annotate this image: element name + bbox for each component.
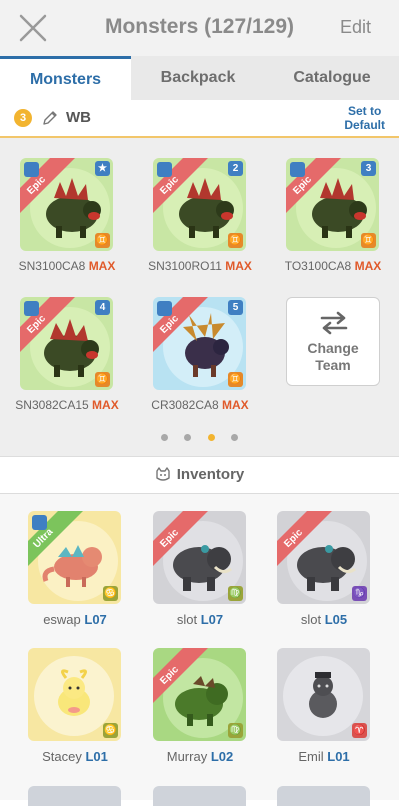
monster-name: Emil (298, 749, 324, 764)
team-slot-2[interactable]: 2 ♊ Epic (153, 158, 246, 251)
set-default-line2: Default (344, 118, 385, 132)
monster-level: MAX (92, 398, 119, 412)
slot-number-badge: 4 (95, 300, 110, 315)
monster-face-icon (156, 467, 170, 481)
inventory-grid: ♋ Ultra eswap L07 ♍ Epic slot L07 ♑ Epic… (0, 494, 399, 806)
inventory-item[interactable]: ♈ (277, 648, 370, 741)
monster-level: L01 (85, 749, 108, 764)
monster-label: Murray L02 (135, 749, 265, 764)
doc-icon (290, 162, 305, 177)
element-icon: ♊ (228, 233, 243, 248)
pencil-icon[interactable] (42, 110, 58, 126)
monster-level: L07 (200, 612, 224, 627)
edit-button[interactable]: Edit (340, 17, 371, 38)
monster-label: slot L07 (135, 612, 265, 627)
monster-level: MAX (354, 259, 382, 273)
monster-label: Emil L01 (259, 749, 389, 764)
monster-level: MAX (225, 259, 252, 273)
element-icon: ♑ (352, 586, 367, 601)
monster-label: Stacey L01 (10, 749, 140, 764)
monster-name: SN3082CA15 (15, 398, 89, 412)
monster-name: slot (176, 612, 198, 627)
inventory-item[interactable]: ♋ (28, 648, 121, 741)
monster-label: slot L05 (259, 612, 389, 627)
change-team-line2: Team (315, 357, 351, 373)
top-bar: Monsters (127/129) Edit (0, 0, 399, 56)
team-slot-3[interactable]: 3 ♊ Epic (286, 158, 379, 251)
inventory-item[interactable]: ♋ Ultra (28, 511, 121, 604)
tab-backpack[interactable]: Backpack (131, 56, 265, 100)
element-icon: ♋ (103, 586, 118, 601)
team-number-badge: 3 (14, 109, 32, 127)
page-dot-active[interactable] (207, 434, 215, 441)
swap-icon (320, 311, 348, 335)
team-slot-4[interactable]: 4 ♊ Epic (20, 297, 113, 390)
monster-name: slot (300, 612, 322, 627)
page-indicator (0, 428, 399, 446)
slot-number-badge: 3 (361, 161, 376, 176)
team-name[interactable]: WB (66, 109, 91, 126)
inventory-header: Inventory (0, 457, 399, 494)
tab-monsters[interactable]: Monsters (0, 56, 131, 100)
monster-name: CR3082CA8 (151, 398, 219, 412)
slot-number-badge: 5 (228, 300, 243, 315)
change-team-button[interactable]: Change Team (286, 297, 380, 386)
monster-level: MAX (88, 259, 116, 273)
page-dot[interactable] (184, 434, 192, 441)
element-icon: ♍ (228, 723, 243, 738)
monster-level: L01 (327, 749, 350, 764)
change-team-label: Change Team (287, 340, 379, 374)
team-bar: 3 WB Set to Default (0, 100, 399, 138)
monster-name: SN3100RO11 (148, 259, 222, 273)
monster-label: SN3100RO11 MAX (135, 259, 265, 273)
slot-number-badge: 2 (228, 161, 243, 176)
monster-label: SN3082CA15 MAX (2, 398, 132, 412)
element-icon: ♊ (95, 372, 110, 387)
set-default-line1: Set to (347, 104, 382, 118)
inventory-title: Inventory (0, 466, 399, 483)
inventory-item[interactable] (277, 786, 370, 806)
monster-name: Stacey (42, 749, 82, 764)
favorite-star-icon: ★ (95, 161, 110, 176)
element-icon: ♍ (228, 586, 243, 601)
doc-icon (24, 301, 39, 316)
inventory-title-text: Inventory (176, 466, 245, 483)
tab-bar: Monsters Backpack Catalogue (0, 56, 399, 101)
page-dot[interactable] (231, 434, 239, 441)
monster-label: CR3082CA8 MAX (135, 398, 265, 412)
monster-name: Murray (166, 749, 208, 764)
monster-label: TO3100CA8 MAX (268, 259, 398, 273)
element-icon: ♊ (361, 233, 376, 248)
inventory-item[interactable] (28, 786, 121, 806)
page-dot[interactable] (160, 434, 168, 441)
doc-icon (157, 301, 172, 316)
set-to-default-button[interactable]: Set to Default (344, 104, 385, 132)
monster-name: TO3100CA8 (284, 259, 352, 273)
element-icon: ♊ (228, 372, 243, 387)
team-slot-1[interactable]: ★ ♊ Epic (20, 158, 113, 251)
monster-label: SN3100CA8 MAX (2, 259, 132, 273)
monster-level: L07 (84, 612, 107, 627)
element-icon: ♋ (103, 723, 118, 738)
inventory-item[interactable]: ♑ Epic (277, 511, 370, 604)
team-grid: ★ ♊ Epic SN3100CA8 MAX 2 ♊ Epic SN3100RO… (0, 138, 399, 457)
monster-level: L05 (324, 612, 348, 627)
monster-name: SN3100CA8 (18, 259, 86, 273)
monster-label: eswap L07 (10, 612, 140, 627)
monster-level: MAX (222, 398, 249, 412)
element-icon: ♊ (95, 233, 110, 248)
change-team-line1: Change (307, 340, 359, 356)
doc-icon (157, 162, 172, 177)
doc-icon (24, 162, 39, 177)
monster-name: eswap (43, 612, 81, 627)
tab-catalogue[interactable]: Catalogue (265, 56, 399, 100)
team-slot-5[interactable]: 5 ♊ Epic (153, 297, 246, 390)
inventory-item[interactable]: ♍ Epic (153, 648, 246, 741)
inventory-item[interactable]: ♍ Epic (153, 511, 246, 604)
inventory-item[interactable] (153, 786, 246, 806)
element-icon: ♈ (352, 723, 367, 738)
monster-level: L02 (210, 749, 234, 764)
